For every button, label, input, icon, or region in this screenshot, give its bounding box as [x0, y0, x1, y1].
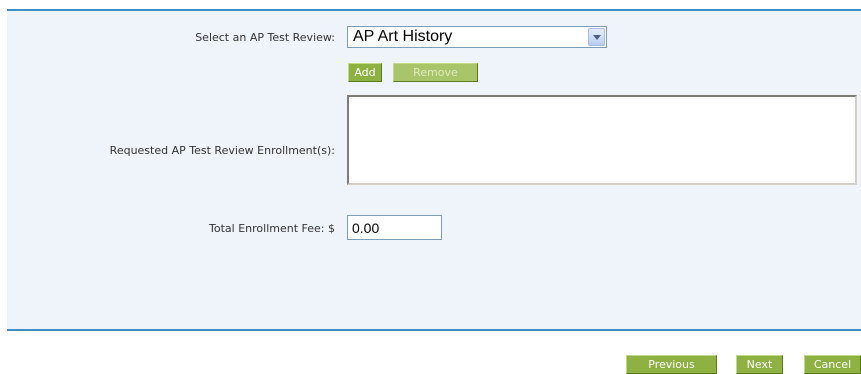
chevron-down-icon[interactable]	[588, 28, 605, 46]
next-button[interactable]: Next	[736, 355, 783, 374]
total-fee-field[interactable]: 0.00	[347, 215, 442, 240]
select-review-label: Select an AP Test Review:	[195, 31, 335, 44]
ap-test-review-select-value: AP Art History	[353, 28, 453, 45]
add-button[interactable]: Add	[348, 63, 382, 82]
previous-button[interactable]: Previous	[626, 355, 717, 374]
total-fee-label: Total Enrollment Fee: $	[209, 222, 335, 235]
requested-enrollments-label: Requested AP Test Review Enrollment(s):	[109, 144, 335, 157]
ap-test-review-select[interactable]: AP Art History	[347, 26, 607, 48]
remove-button[interactable]: Remove	[393, 63, 478, 82]
requested-enrollments-listbox[interactable]	[347, 95, 857, 185]
cancel-button[interactable]: Cancel	[804, 355, 861, 374]
